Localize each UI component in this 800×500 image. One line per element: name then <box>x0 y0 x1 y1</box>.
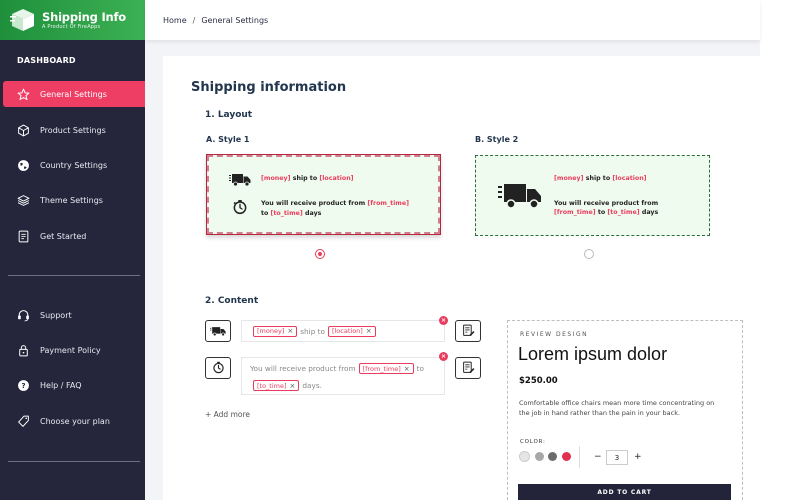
layout-heading: 1. Layout <box>205 110 253 120</box>
stopwatch-icon <box>212 359 225 378</box>
style-a-label: A. Style 1 <box>206 135 250 144</box>
row2-content-input[interactable]: You will receive product from [from_time… <box>241 357 445 395</box>
sidebar-section-label: DASHBOARD <box>17 56 76 65</box>
divider <box>579 446 580 468</box>
stopwatch-icon <box>232 199 248 219</box>
truck-icon <box>210 322 226 341</box>
sidebar-item-help-faq[interactable]: ? Help / FAQ <box>3 372 152 398</box>
sidebar-item-choose-plan[interactable]: Choose your plan <box>3 408 152 434</box>
add-more-link[interactable]: + Add more <box>205 410 250 419</box>
product-description: Comfortable office chairs mean more time… <box>519 399 715 417</box>
delete-row1-icon[interactable]: × <box>439 316 448 325</box>
style-a-radio[interactable] <box>315 249 325 259</box>
app-title: Shipping Info <box>42 9 127 24</box>
app: Shipping Info A Product Of FireApps DASH… <box>0 0 800 500</box>
quantity-input[interactable]: 3 <box>606 450 628 465</box>
add-to-cart-button[interactable]: ADD TO CART <box>518 484 731 500</box>
page-title: Shipping information <box>191 80 347 95</box>
sidebar-item-label: Payment Policy <box>40 345 101 355</box>
sidebar: Shipping Info A Product Of FireApps DASH… <box>0 0 152 500</box>
row2-edit-button[interactable] <box>455 357 481 379</box>
truck-icon <box>498 181 542 215</box>
qty-increase-button[interactable]: + <box>634 452 642 462</box>
box-icon <box>16 123 30 137</box>
qty-decrease-button[interactable]: − <box>594 452 602 462</box>
to-time-chip[interactable]: [to_time] × <box>253 379 300 393</box>
sidebar-item-label: Choose your plan <box>40 416 110 426</box>
app-subtitle: A Product Of FireApps <box>42 23 101 30</box>
color-swatch-red[interactable] <box>562 452 571 461</box>
edit-note-icon <box>462 322 475 341</box>
review-label: REVIEW DESIGN <box>520 331 589 338</box>
style-a-preview[interactable] <box>206 154 441 235</box>
sidebar-item-label: General Settings <box>40 89 107 99</box>
style-b-line1: [money] ship to [location] <box>554 175 647 182</box>
color-label: COLOR: <box>520 439 546 445</box>
style-b-radio[interactable] <box>584 249 594 259</box>
row2-icon-button[interactable] <box>205 357 231 379</box>
row1-icon-button[interactable] <box>205 320 231 342</box>
sidebar-item-label: Get Started <box>40 231 87 241</box>
sidebar-divider <box>8 461 140 462</box>
content-heading: 2. Content <box>205 296 259 306</box>
color-swatch-light-gray[interactable] <box>520 452 529 461</box>
sidebar-divider <box>8 275 140 276</box>
truck-icon <box>229 172 251 191</box>
style-a-line2: You will receive product from [from_time… <box>261 200 410 207</box>
layers-icon <box>16 193 30 207</box>
style-b-line3: [from_time] to [to_time] days <box>554 209 659 216</box>
product-title: Lorem ipsum dolor <box>518 344 668 364</box>
remove-chip-icon[interactable]: × <box>366 327 372 335</box>
remove-chip-icon[interactable]: × <box>287 327 293 335</box>
remove-chip-icon[interactable]: × <box>404 362 410 376</box>
sidebar-item-country-settings[interactable]: Country Settings <box>3 152 152 178</box>
sidebar-item-general-settings[interactable]: General Settings <box>3 81 152 107</box>
star-icon <box>16 87 30 101</box>
sidebar-item-theme-settings[interactable]: Theme Settings <box>3 187 152 213</box>
color-swatch-gray[interactable] <box>535 452 544 461</box>
sidebar-item-label: Support <box>40 310 72 320</box>
color-swatch-dark-gray[interactable] <box>548 452 557 461</box>
sidebar-item-label: Theme Settings <box>40 195 103 205</box>
style-a-line1: [money] ship to [location] <box>261 175 354 182</box>
question-icon: ? <box>16 378 30 392</box>
location-chip[interactable]: [location] × <box>327 325 376 337</box>
sidebar-item-label: Country Settings <box>40 160 108 170</box>
lock-icon <box>16 343 30 357</box>
style-b-line2: You will receive product from <box>554 200 659 207</box>
sidebar-item-get-started[interactable]: Get Started <box>3 223 152 249</box>
product-price: $250.00 <box>519 376 558 386</box>
edit-note-icon <box>462 359 475 378</box>
from-time-chip[interactable]: [from_time] × <box>358 362 414 376</box>
money-chip[interactable]: [money] × <box>253 325 298 337</box>
sidebar-item-support[interactable]: Support <box>3 302 152 328</box>
sidebar-item-product-settings[interactable]: Product Settings <box>3 117 152 143</box>
document-icon <box>16 229 30 243</box>
breadcrumb: Home / General Settings <box>145 0 760 40</box>
delete-row2-icon[interactable]: × <box>439 352 448 361</box>
breadcrumb-home[interactable]: Home <box>163 16 187 25</box>
app-logo[interactable]: Shipping Info A Product Of FireApps <box>0 0 145 40</box>
breadcrumb-current: General Settings <box>201 15 269 25</box>
row1-content-input[interactable]: [money] × ship to [location] × <box>241 320 445 342</box>
box-logo-icon <box>10 7 36 33</box>
row1-edit-button[interactable] <box>455 320 481 342</box>
sidebar-item-payment-policy[interactable]: Payment Policy <box>3 337 152 363</box>
sidebar-item-label: Help / FAQ <box>40 380 82 390</box>
headset-icon <box>16 308 30 322</box>
svg-text:?: ? <box>21 380 25 389</box>
style-a-line3: to [to_time] days <box>261 210 322 217</box>
globe-icon <box>16 158 30 172</box>
style-b-label: B. Style 2 <box>475 135 519 144</box>
remove-chip-icon[interactable]: × <box>290 379 296 393</box>
breadcrumb-separator: / <box>192 15 196 25</box>
sidebar-item-label: Product Settings <box>40 125 106 135</box>
tag-icon <box>16 414 30 428</box>
